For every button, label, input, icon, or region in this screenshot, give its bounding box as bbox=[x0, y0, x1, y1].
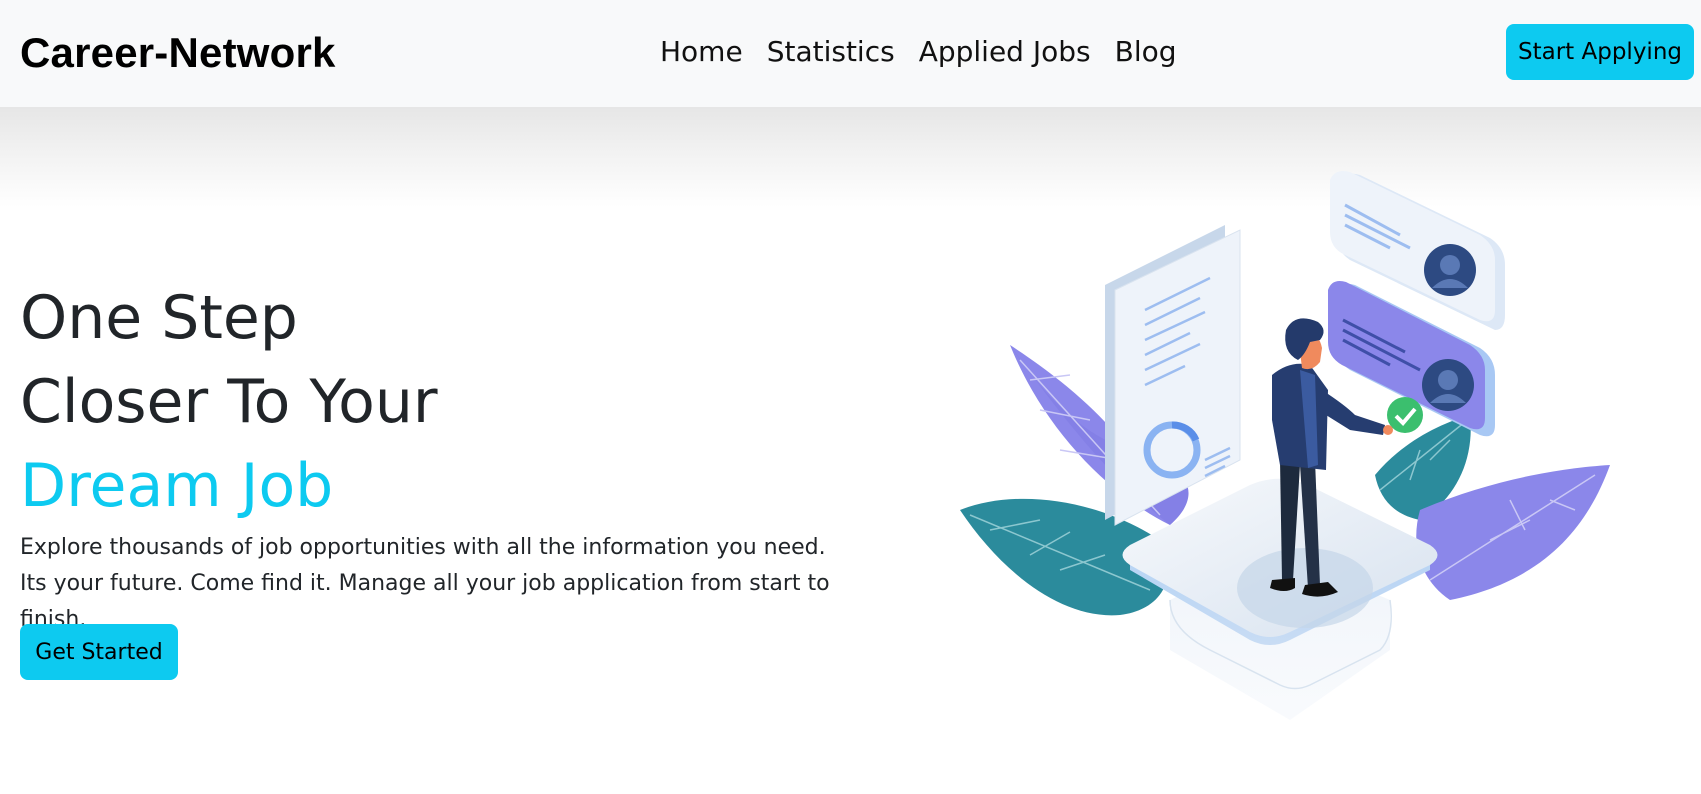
get-started-button[interactable]: Get Started bbox=[20, 624, 178, 680]
navbar: Career-Network Home Statistics Applied J… bbox=[0, 0, 1701, 107]
start-applying-button[interactable]: Start Applying bbox=[1506, 24, 1694, 80]
check-icon bbox=[1387, 397, 1423, 433]
hero-title-highlight: Dream Job bbox=[20, 451, 334, 521]
job-seeker-illustration bbox=[950, 160, 1630, 794]
nav-link-home[interactable]: Home bbox=[660, 32, 743, 72]
nav-link-statistics[interactable]: Statistics bbox=[767, 32, 895, 72]
hero-description: Explore thousands of job opportunities w… bbox=[20, 535, 830, 632]
nav-link-blog[interactable]: Blog bbox=[1115, 32, 1177, 72]
brand-logo[interactable]: Career-Network bbox=[20, 28, 336, 78]
hero-title-line-2: Closer To Your bbox=[20, 367, 438, 437]
resume-document bbox=[1105, 225, 1241, 526]
nav-link-applied-jobs[interactable]: Applied Jobs bbox=[919, 32, 1091, 72]
hero-title-line-1: One Step bbox=[20, 283, 298, 353]
nav-links: Home Statistics Applied Jobs Blog bbox=[660, 32, 1201, 72]
